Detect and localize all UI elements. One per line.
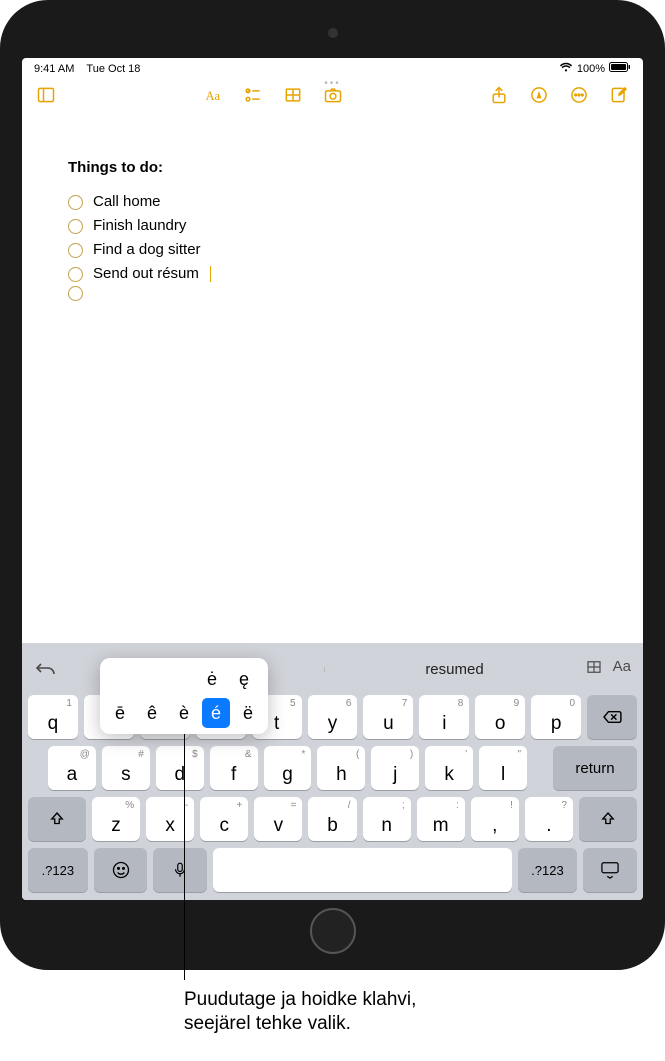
new-note-button[interactable]: [603, 79, 635, 111]
accent-key[interactable]: ė: [198, 664, 226, 694]
table-suggestion-icon[interactable]: [585, 658, 603, 681]
key-a[interactable]: a@: [48, 746, 96, 790]
key-m[interactable]: m:: [417, 797, 465, 841]
key-l[interactable]: l": [479, 746, 527, 790]
accent-key[interactable]: è: [170, 698, 198, 728]
battery-icon: [609, 62, 631, 75]
dismiss-keyboard-key[interactable]: [583, 848, 637, 892]
checklist-item-text: Finish laundry: [93, 214, 186, 238]
dictation-key[interactable]: [153, 848, 207, 892]
emoji-key[interactable]: [94, 848, 148, 892]
text-cursor: [210, 266, 212, 282]
key-i[interactable]: i8: [419, 695, 469, 739]
multitask-dots[interactable]: •••: [324, 78, 341, 89]
key-h[interactable]: h(: [317, 746, 365, 790]
checklist-item[interactable]: Find a dog sitter: [68, 238, 597, 262]
check-circle-icon[interactable]: [68, 219, 83, 234]
check-circle-icon[interactable]: [68, 195, 83, 210]
checklist-item-text: Call home: [93, 190, 161, 214]
ipad-device-frame: ••• 9:41 AM Tue Oct 18 100%: [0, 0, 665, 970]
key-o[interactable]: o9: [475, 695, 525, 739]
sidebar-toggle-button[interactable]: [30, 79, 62, 111]
accent-key[interactable]: ë: [234, 698, 262, 728]
shift-key[interactable]: [28, 797, 86, 841]
number-mode-key[interactable]: .?123: [518, 848, 578, 892]
home-button[interactable]: [310, 908, 356, 954]
key-.[interactable]: .?: [525, 797, 573, 841]
checklist-button[interactable]: [237, 79, 269, 111]
key-v[interactable]: v=: [254, 797, 302, 841]
return-key[interactable]: return: [553, 746, 637, 790]
key-c[interactable]: c+: [200, 797, 248, 841]
number-mode-key[interactable]: .?123: [28, 848, 88, 892]
key-f[interactable]: f&: [210, 746, 258, 790]
space-key[interactable]: [213, 848, 511, 892]
status-time-date: 9:41 AM Tue Oct 18: [34, 63, 140, 75]
key-,[interactable]: ,!: [471, 797, 519, 841]
table-button[interactable]: [277, 79, 309, 111]
accent-key[interactable]: ē: [106, 698, 134, 728]
checklist-item-empty[interactable]: [68, 286, 597, 301]
shift-key[interactable]: [579, 797, 637, 841]
note-title: Things to do:: [68, 159, 597, 176]
key-g[interactable]: g*: [264, 746, 312, 790]
key-j[interactable]: j): [371, 746, 419, 790]
markup-button[interactable]: [523, 79, 555, 111]
check-circle-icon[interactable]: [68, 243, 83, 258]
key-x[interactable]: x-: [146, 797, 194, 841]
key-n[interactable]: n;: [363, 797, 411, 841]
callout-text: Puudutage ja hoidke klahvi, seejärel teh…: [184, 988, 416, 1036]
accent-character-popover: ė ę ē ê è é ë: [100, 658, 268, 734]
format-text-button[interactable]: Aa: [197, 79, 229, 111]
checklist-item-text: Find a dog sitter: [93, 238, 201, 262]
svg-text:Aa: Aa: [205, 89, 220, 103]
backspace-key[interactable]: [587, 695, 637, 739]
status-bar: 9:41 AM Tue Oct 18 100%: [22, 58, 643, 75]
battery-percent: 100%: [577, 63, 605, 75]
accent-key[interactable]: ę: [230, 664, 258, 694]
status-time: 9:41 AM: [34, 63, 74, 75]
more-button[interactable]: [563, 79, 595, 111]
key-u[interactable]: u7: [363, 695, 413, 739]
status-date: Tue Oct 18: [86, 63, 140, 75]
note-body[interactable]: Things to do: Call home Finish laundry F…: [22, 115, 643, 301]
undo-button[interactable]: [28, 661, 64, 677]
suggestion[interactable]: resumed: [324, 661, 584, 678]
wifi-icon: [559, 62, 573, 75]
checklist-item[interactable]: Send out résum: [68, 262, 597, 286]
check-circle-icon[interactable]: [68, 286, 83, 301]
key-p[interactable]: p0: [531, 695, 581, 739]
share-button[interactable]: [483, 79, 515, 111]
checklist-item[interactable]: Call home: [68, 190, 597, 214]
checklist-item[interactable]: Finish laundry: [68, 214, 597, 238]
screen: ••• 9:41 AM Tue Oct 18 100%: [22, 58, 643, 900]
key-b[interactable]: b/: [308, 797, 356, 841]
key-d[interactable]: d$: [156, 746, 204, 790]
checklist: Call home Finish laundry Find a dog sitt…: [68, 190, 597, 301]
check-circle-icon[interactable]: [68, 267, 83, 282]
key-q[interactable]: q1: [28, 695, 78, 739]
accent-key-selected[interactable]: é: [202, 698, 230, 728]
key-k[interactable]: k': [425, 746, 473, 790]
key-z[interactable]: z%: [92, 797, 140, 841]
callout-line1: Puudutage ja hoidke klahvi,: [184, 989, 416, 1010]
callout-line2: seejärel tehke valik.: [184, 1013, 351, 1034]
key-s[interactable]: s#: [102, 746, 150, 790]
key-y[interactable]: y6: [308, 695, 358, 739]
text-format-suggestion-icon[interactable]: Aa: [613, 658, 631, 681]
front-camera: [328, 28, 338, 38]
checklist-item-text: Send out résum: [93, 262, 199, 286]
accent-key[interactable]: ê: [138, 698, 166, 728]
status-right: 100%: [559, 62, 631, 75]
